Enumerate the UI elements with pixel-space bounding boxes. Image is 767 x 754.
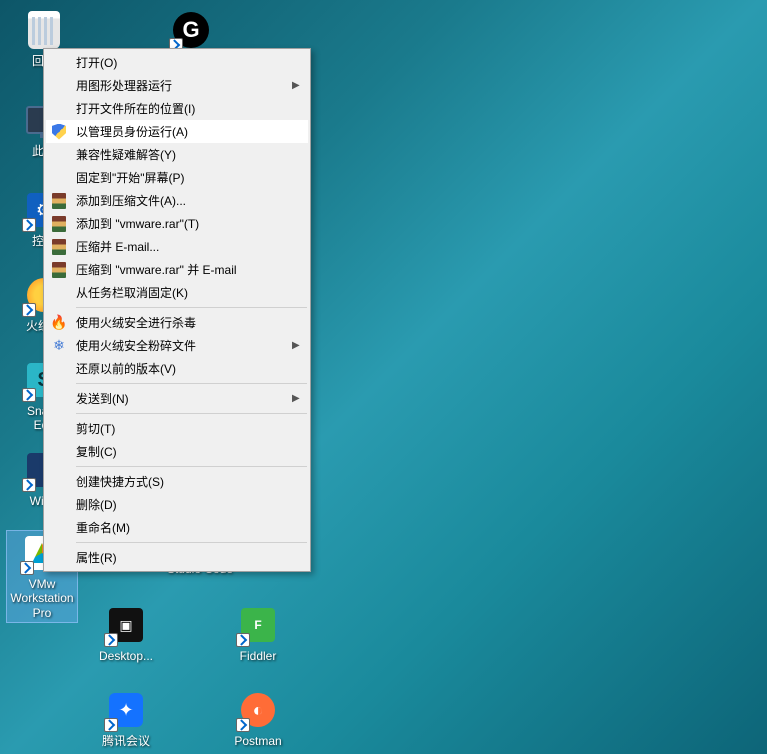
blank-icon bbox=[50, 473, 68, 491]
menu-separator bbox=[76, 466, 307, 467]
menu-compat-troubleshoot[interactable]: 兼容性疑难解答(Y) bbox=[46, 143, 308, 166]
blank-icon bbox=[50, 146, 68, 164]
menu-restore-previous[interactable]: 还原以前的版本(V) bbox=[46, 357, 308, 380]
shortcut-arrow-icon bbox=[104, 633, 118, 647]
blank-icon bbox=[50, 169, 68, 187]
menu-rename[interactable]: 重命名(M) bbox=[46, 516, 308, 539]
desktop-icon-postman[interactable]: ◐ Postman bbox=[222, 690, 294, 748]
shield-icon bbox=[50, 123, 68, 141]
submenu-arrow-icon: ▶ bbox=[292, 80, 302, 91]
menu-delete[interactable]: 删除(D) bbox=[46, 493, 308, 516]
blank-icon bbox=[50, 284, 68, 302]
icon-label: Fiddler bbox=[222, 649, 294, 663]
menu-huorong-scan[interactable]: 🔥 使用火绒安全进行杀毒 bbox=[46, 311, 308, 334]
icon-label: VMw Workstation Pro bbox=[9, 577, 75, 620]
menu-label: 删除(D) bbox=[76, 496, 302, 513]
shortcut-arrow-icon bbox=[22, 303, 36, 317]
menu-label: 创建快捷方式(S) bbox=[76, 473, 302, 490]
menu-label: 打开文件所在的位置(I) bbox=[76, 100, 302, 117]
menu-label: 压缩到 "vmware.rar" 并 E-mail bbox=[76, 261, 302, 278]
blank-icon bbox=[50, 519, 68, 537]
shred-icon: ❄ bbox=[50, 337, 68, 355]
menu-separator bbox=[76, 307, 307, 308]
menu-compress-email[interactable]: 压缩并 E-mail... bbox=[46, 235, 308, 258]
menu-label: 以管理员身份运行(A) bbox=[76, 123, 302, 140]
menu-label: 用图形处理器运行 bbox=[76, 77, 292, 94]
menu-compress-vmware-email[interactable]: 压缩到 "vmware.rar" 并 E-mail bbox=[46, 258, 308, 281]
menu-label: 复制(C) bbox=[76, 443, 302, 460]
desktop-icon-tencent-meeting[interactable]: ✦ 腾讯会议 bbox=[90, 690, 162, 748]
submenu-arrow-icon: ▶ bbox=[292, 393, 302, 404]
context-menu: 打开(O) 用图形处理器运行 ▶ 打开文件所在的位置(I) 以管理员身份运行(A… bbox=[43, 48, 311, 572]
menu-label: 从任务栏取消固定(K) bbox=[76, 284, 302, 301]
menu-open-file-location[interactable]: 打开文件所在的位置(I) bbox=[46, 97, 308, 120]
blank-icon bbox=[50, 360, 68, 378]
menu-label: 发送到(N) bbox=[76, 390, 292, 407]
desktop-icon-fiddler[interactable]: F Fiddler bbox=[222, 605, 294, 663]
menu-create-shortcut[interactable]: 创建快捷方式(S) bbox=[46, 470, 308, 493]
blank-icon bbox=[50, 100, 68, 118]
rar-icon bbox=[50, 261, 68, 279]
icon-label: 腾讯会议 bbox=[90, 734, 162, 748]
menu-cut[interactable]: 剪切(T) bbox=[46, 417, 308, 440]
shortcut-arrow-icon bbox=[20, 561, 34, 575]
menu-run-as-admin[interactable]: 以管理员身份运行(A) bbox=[46, 120, 308, 143]
menu-label: 添加到 "vmware.rar"(T) bbox=[76, 215, 302, 232]
menu-label: 属性(R) bbox=[76, 549, 302, 566]
menu-pin-to-start[interactable]: 固定到"开始"屏幕(P) bbox=[46, 166, 308, 189]
menu-properties[interactable]: 属性(R) bbox=[46, 546, 308, 569]
icon-label: Postman bbox=[222, 734, 294, 748]
flame-icon: 🔥 bbox=[50, 314, 68, 332]
menu-add-to-vmware-rar[interactable]: 添加到 "vmware.rar"(T) bbox=[46, 212, 308, 235]
blank-icon bbox=[50, 54, 68, 72]
menu-label: 重命名(M) bbox=[76, 519, 302, 536]
menu-label: 剪切(T) bbox=[76, 420, 302, 437]
menu-separator bbox=[76, 383, 307, 384]
blank-icon bbox=[50, 420, 68, 438]
menu-label: 固定到"开始"屏幕(P) bbox=[76, 169, 302, 186]
blank-icon bbox=[50, 443, 68, 461]
menu-separator bbox=[76, 413, 307, 414]
rar-icon bbox=[50, 192, 68, 210]
menu-label: 使用火绒安全进行杀毒 bbox=[76, 314, 302, 331]
menu-copy[interactable]: 复制(C) bbox=[46, 440, 308, 463]
menu-unpin-taskbar[interactable]: 从任务栏取消固定(K) bbox=[46, 281, 308, 304]
shortcut-arrow-icon bbox=[22, 478, 36, 492]
blank-icon bbox=[50, 390, 68, 408]
icon-label: Desktop... bbox=[90, 649, 162, 663]
shortcut-arrow-icon bbox=[236, 633, 250, 647]
menu-huorong-shred[interactable]: ❄ 使用火绒安全粉碎文件 ▶ bbox=[46, 334, 308, 357]
menu-label: 兼容性疑难解答(Y) bbox=[76, 146, 302, 163]
recycle-bin-icon bbox=[28, 11, 60, 49]
rar-icon bbox=[50, 215, 68, 233]
menu-label: 添加到压缩文件(A)... bbox=[76, 192, 302, 209]
menu-separator bbox=[76, 542, 307, 543]
menu-label: 打开(O) bbox=[76, 54, 302, 71]
desktop-icon-desktop-app[interactable]: ▣ Desktop... bbox=[90, 605, 162, 663]
shortcut-arrow-icon bbox=[236, 718, 250, 732]
rar-icon bbox=[50, 238, 68, 256]
menu-label: 使用火绒安全粉碎文件 bbox=[76, 337, 292, 354]
blank-icon bbox=[50, 77, 68, 95]
menu-add-to-archive[interactable]: 添加到压缩文件(A)... bbox=[46, 189, 308, 212]
menu-label: 还原以前的版本(V) bbox=[76, 360, 302, 377]
blank-icon bbox=[50, 496, 68, 514]
menu-label: 压缩并 E-mail... bbox=[76, 238, 302, 255]
menu-open[interactable]: 打开(O) bbox=[46, 51, 308, 74]
menu-run-with-gpu[interactable]: 用图形处理器运行 ▶ bbox=[46, 74, 308, 97]
shortcut-arrow-icon bbox=[22, 218, 36, 232]
submenu-arrow-icon: ▶ bbox=[292, 340, 302, 351]
shortcut-arrow-icon bbox=[22, 388, 36, 402]
blank-icon bbox=[50, 549, 68, 567]
shortcut-arrow-icon bbox=[104, 718, 118, 732]
menu-send-to[interactable]: 发送到(N) ▶ bbox=[46, 387, 308, 410]
